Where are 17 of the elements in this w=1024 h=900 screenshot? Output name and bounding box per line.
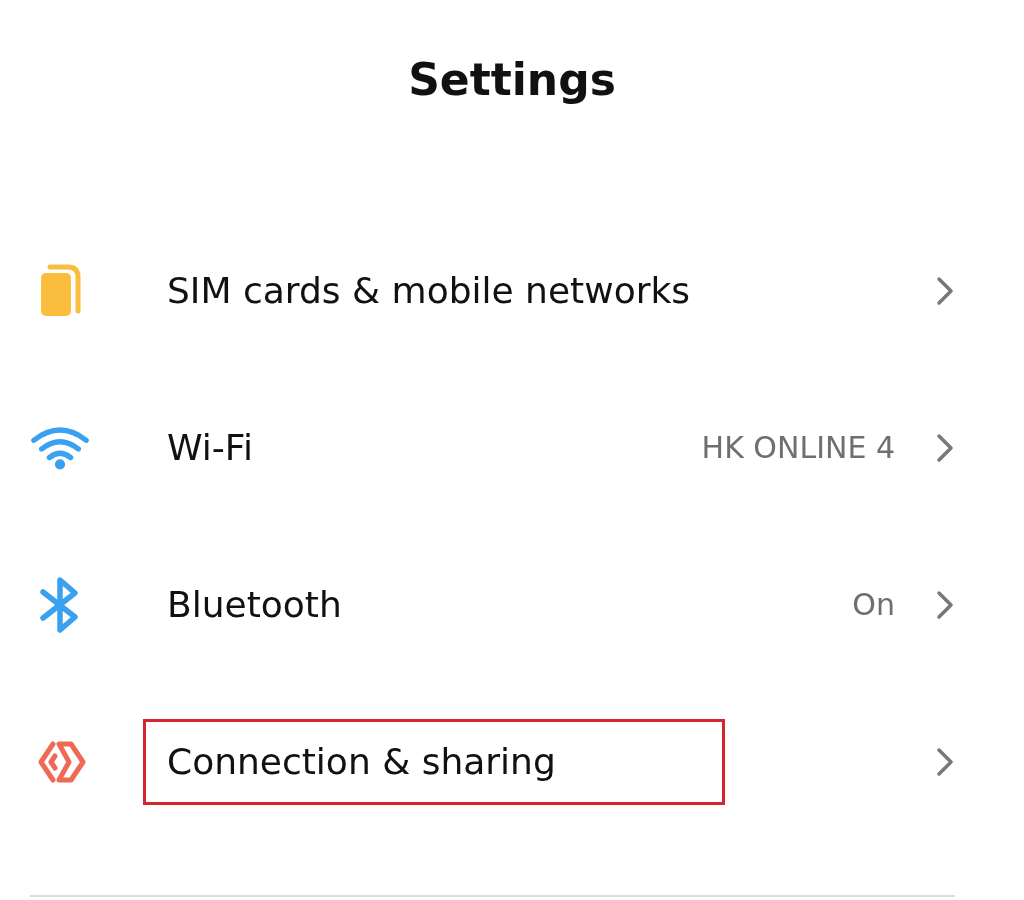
chevron-right-icon: [935, 745, 955, 778]
row-label: SIM cards & mobile networks: [166, 268, 692, 313]
row-value: On: [852, 587, 895, 622]
settings-row[interactable]: Wi-Fi HK ONLINE 4: [0, 369, 1024, 526]
wifi-icon: [30, 424, 90, 471]
chevron-right-icon: [935, 588, 955, 621]
row-value: HK ONLINE 4: [701, 430, 895, 465]
settings-row[interactable]: Bluetooth On: [0, 526, 1024, 683]
row-label: Wi-Fi: [166, 425, 254, 470]
settings-row[interactable]: Connection & sharing: [0, 683, 1024, 840]
settings-row[interactable]: SIM cards & mobile networks: [0, 212, 1024, 369]
page-title: Settings: [408, 53, 616, 107]
row-label: Bluetooth: [166, 582, 343, 627]
chevron-right-icon: [935, 274, 955, 307]
row-label: Connection & sharing: [143, 718, 725, 805]
chevron-right-icon: [935, 431, 955, 464]
sim-card-icon: [38, 263, 82, 318]
